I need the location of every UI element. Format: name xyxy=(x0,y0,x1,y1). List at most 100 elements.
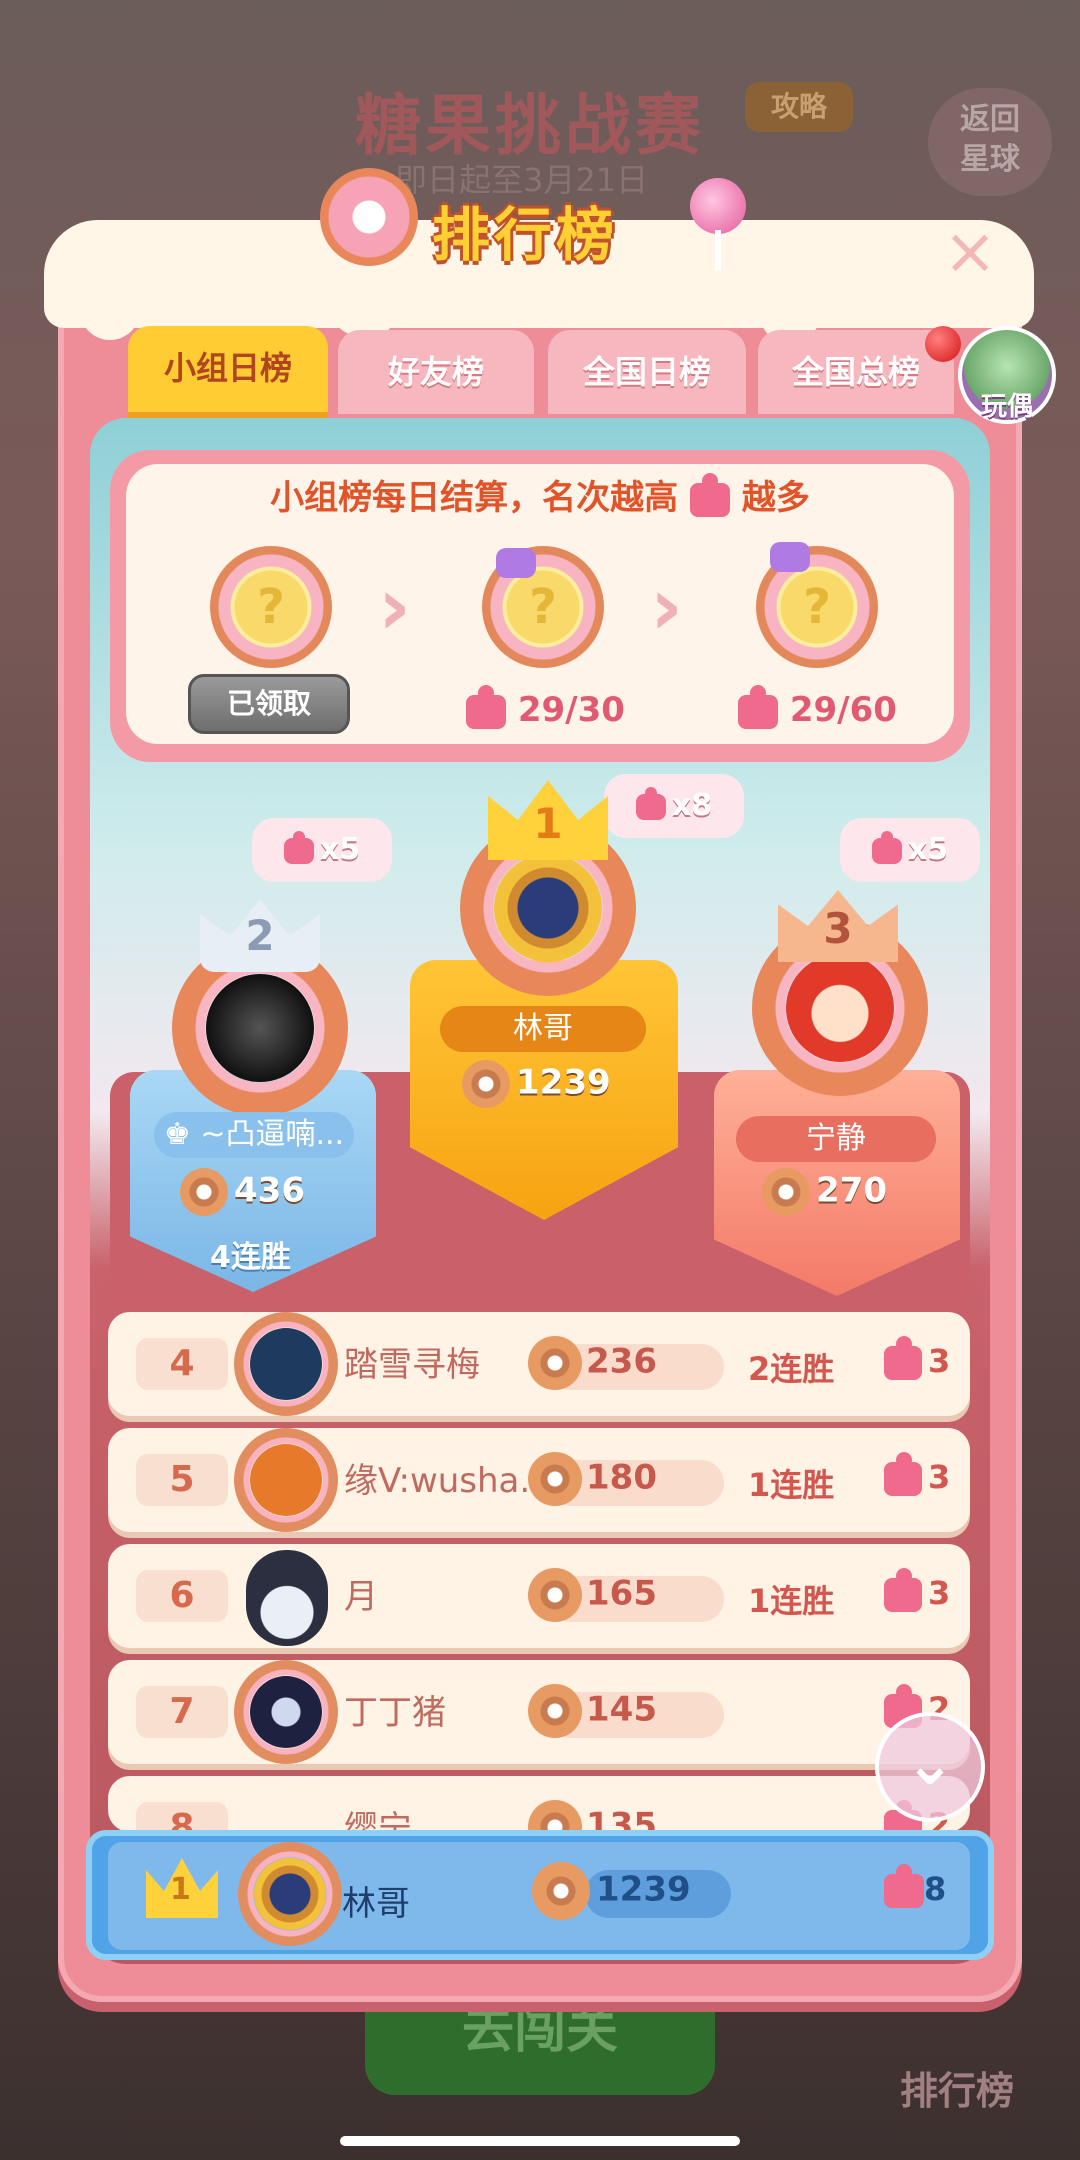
row-score: 236 xyxy=(528,1336,657,1390)
row-rank: 6 xyxy=(136,1570,228,1622)
donut-icon xyxy=(528,1684,582,1738)
second-reward-bubble: x5 xyxy=(252,818,392,882)
first-reward-bubble: x8 xyxy=(604,774,744,838)
donut-icon xyxy=(528,1452,582,1506)
leaderboard-row[interactable]: 5 缘V:wusha... 180 1连胜 3 xyxy=(108,1428,970,1532)
puzzle-piece-icon xyxy=(635,786,666,820)
tier-3-progress: 29/60 xyxy=(738,684,897,730)
chevron-down-icon[interactable]: ⌄ xyxy=(875,1712,985,1822)
row-rank: 4 xyxy=(136,1338,228,1390)
leaderboard-row[interactable]: 6 月 165 1连胜 3 xyxy=(108,1544,970,1648)
leaderboard-row[interactable]: 7 丁丁猪 145 2 xyxy=(108,1660,970,1764)
row-score: 165 xyxy=(528,1568,657,1622)
tier-2-progress: 29/30 xyxy=(466,684,625,730)
row-pieces: 3 xyxy=(884,1336,951,1380)
reward-headline-text-b: 越多 xyxy=(741,478,810,518)
my-pieces-value: 8 xyxy=(924,1870,947,1908)
tab-group-daily[interactable]: 小组日榜 xyxy=(128,326,328,418)
second-name: ♚ ~凸逼喃... xyxy=(154,1112,354,1158)
row-score: 135 xyxy=(528,1800,657,1832)
third-score-value: 270 xyxy=(816,1170,887,1211)
donut-icon xyxy=(762,1168,810,1216)
puzzle-piece-icon xyxy=(884,1864,924,1908)
tier-2-progress-value: 29/30 xyxy=(517,690,625,730)
puzzle-piece-icon xyxy=(738,684,778,729)
arrow-right-icon: › xyxy=(650,560,683,653)
panel-title: 排行榜 xyxy=(432,201,619,269)
claimed-button[interactable]: 已领取 xyxy=(188,674,350,734)
row-score-value: 145 xyxy=(586,1689,657,1730)
puzzle-piece-icon xyxy=(466,684,506,729)
row-score: 180 xyxy=(528,1452,657,1506)
back-to-planet-button[interactable]: 返回 星球 xyxy=(928,88,1052,196)
row-streak: 1连胜 xyxy=(748,1466,835,1504)
third-score: 270 xyxy=(762,1168,887,1216)
home-indicator xyxy=(340,2136,740,2146)
donut-icon xyxy=(528,1800,582,1832)
strategy-button[interactable]: 攻略 xyxy=(745,82,853,132)
lollipop-stick xyxy=(715,230,721,270)
row-pieces-value: 3 xyxy=(928,1342,951,1380)
row-score-value: 180 xyxy=(586,1457,657,1498)
row-avatar xyxy=(234,1544,338,1648)
donut-icon xyxy=(528,1568,582,1622)
puzzle-piece-icon xyxy=(871,830,902,864)
bow-icon xyxy=(770,542,810,572)
second-streak: 4连胜 xyxy=(210,1240,291,1275)
arrow-right-icon: › xyxy=(378,560,411,653)
row-pieces-value: 3 xyxy=(928,1458,951,1496)
row-avatar-image xyxy=(250,1444,322,1516)
first-name: 林哥 xyxy=(440,1006,646,1052)
close-icon[interactable]: × xyxy=(940,220,1000,284)
panel-title-group: 排行榜 xyxy=(320,168,746,278)
tier-3-progress-value: 29/60 xyxy=(789,690,897,730)
row-avatar-image xyxy=(250,1328,322,1400)
row-avatar xyxy=(234,1428,338,1532)
penguin-avatar xyxy=(246,1550,328,1646)
my-score: 1239 xyxy=(532,1862,691,1920)
notification-dot xyxy=(925,326,961,362)
row-score-value: 135 xyxy=(586,1805,657,1833)
first-reward: x8 xyxy=(671,788,713,823)
second-score: 436 xyxy=(180,1168,305,1216)
third-name: 宁静 xyxy=(736,1116,936,1162)
row-rank: 7 xyxy=(136,1686,228,1738)
tab-friends[interactable]: 好友榜 xyxy=(338,330,534,414)
my-avatar-image xyxy=(254,1858,326,1930)
row-score: 145 xyxy=(528,1684,657,1738)
lollipop-icon xyxy=(690,178,746,234)
first-avatar-image xyxy=(494,854,602,962)
row-score-value: 236 xyxy=(586,1341,657,1382)
reward-headline-text-a: 小组榜每日结算，名次越高 xyxy=(270,478,679,518)
row-avatar-image xyxy=(250,1676,322,1748)
event-title: 糖果挑战赛 xyxy=(355,87,705,164)
third-reward-bubble: x5 xyxy=(840,818,980,882)
puzzle-piece-icon xyxy=(690,472,730,517)
bow-icon xyxy=(496,548,536,578)
row-pieces: 3 xyxy=(884,1452,951,1496)
donut-icon xyxy=(528,1336,582,1390)
donut-icon xyxy=(462,1060,510,1108)
donut-icon xyxy=(180,1168,228,1216)
leaderboard-row[interactable]: 4 踏雪寻梅 236 2连胜 3 xyxy=(108,1312,970,1416)
second-avatar-image xyxy=(206,974,314,1082)
donut-icon xyxy=(532,1862,590,1920)
second-reward: x5 xyxy=(319,832,361,867)
row-avatar xyxy=(234,1660,338,1764)
leaderboard-entry-button[interactable]: 排行榜 xyxy=(900,2060,1014,2115)
row-pieces-value: 3 xyxy=(928,1574,951,1612)
row-streak: 1连胜 xyxy=(748,1582,835,1620)
puzzle-piece-icon xyxy=(884,1568,922,1612)
reward-headline: 小组榜每日结算，名次越高 越多 xyxy=(126,470,954,519)
leaderboard-row-partial[interactable]: 8 缨宁 135 2 xyxy=(108,1776,970,1832)
first-score: 1239 xyxy=(462,1060,611,1108)
reward-tier-1[interactable]: ? xyxy=(210,546,332,668)
row-pieces: 3 xyxy=(884,1568,951,1612)
third-avatar-image xyxy=(786,954,894,1062)
row-score-value: 165 xyxy=(586,1573,657,1614)
puzzle-piece-icon xyxy=(884,1336,922,1380)
tab-national-daily[interactable]: 全国日榜 xyxy=(548,330,746,414)
my-pieces: 8 xyxy=(884,1864,947,1908)
puzzle-piece-icon xyxy=(283,830,314,864)
donut-icon xyxy=(320,168,418,266)
